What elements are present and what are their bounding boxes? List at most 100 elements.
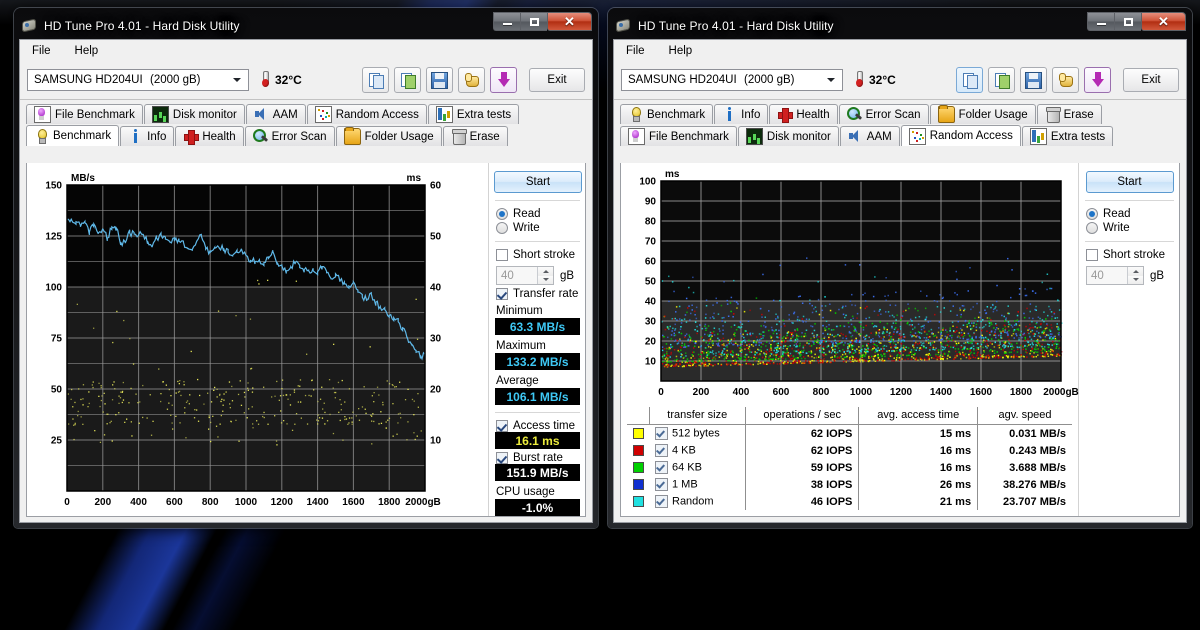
start-button[interactable]: Start: [1085, 171, 1174, 193]
maximize-button[interactable]: [1114, 12, 1141, 31]
benchmark-options-panel[interactable]: Start Read Write Short stroke 40 gB Tran…: [488, 163, 585, 516]
tab-bar[interactable]: Benchmark Info Health Error Scan Folder …: [614, 100, 1186, 146]
copy-button[interactable]: [362, 67, 389, 93]
close-button[interactable]: ✕: [1141, 12, 1186, 31]
tab-erase[interactable]: Erase: [442, 126, 508, 146]
tab-folder-usage[interactable]: Folder Usage: [335, 126, 442, 146]
tab-health[interactable]: Health: [175, 126, 244, 146]
short-stroke-stepper-row[interactable]: 40 gB: [496, 266, 581, 285]
minimize-button[interactable]: [1087, 12, 1114, 31]
save-button[interactable]: [426, 67, 453, 93]
write-radio[interactable]: Write: [1086, 222, 1175, 234]
window-controls[interactable]: ✕: [493, 12, 592, 31]
checkbox-icon[interactable]: [1086, 249, 1098, 261]
copy-button[interactable]: [956, 67, 983, 93]
tab-info[interactable]: Info: [120, 126, 175, 146]
stepper-buttons[interactable]: [537, 267, 553, 284]
checkbox-icon[interactable]: [496, 249, 508, 261]
menu-item-file[interactable]: File: [28, 44, 55, 58]
tab-extra-tests[interactable]: Extra tests: [1021, 126, 1114, 146]
minimize-button[interactable]: [493, 12, 520, 31]
tab-row-upper[interactable]: Benchmark Info Health Error Scan Folder …: [620, 103, 1180, 124]
tab-file-benchmark[interactable]: File Benchmark: [620, 126, 737, 146]
burst-rate-checkbox[interactable]: Burst rate: [496, 452, 581, 464]
read-radio[interactable]: Read: [496, 208, 581, 220]
window-benchmark[interactable]: HD Tune Pro 4.01 - Hard Disk Utility ✕ F…: [14, 8, 598, 528]
tab-benchmark[interactable]: Benchmark: [26, 125, 120, 146]
window-random-access[interactable]: HD Tune Pro 4.01 - Hard Disk Utility ✕ F…: [608, 8, 1192, 528]
options-button[interactable]: [1052, 67, 1079, 93]
toolbar[interactable]: SAMSUNG HD204UI (2000 gB) 32°C Exit: [20, 61, 592, 100]
tab-benchmark[interactable]: Benchmark: [620, 104, 714, 124]
tab-row-lower[interactable]: File Benchmark Disk monitor AAM Random A…: [620, 125, 1180, 146]
transfer-size-cell[interactable]: Random: [649, 493, 747, 510]
title-bar[interactable]: HD Tune Pro 4.01 - Hard Disk Utility ✕: [613, 12, 1187, 39]
stepper-up[interactable]: [1128, 267, 1143, 276]
close-button[interactable]: ✕: [547, 12, 592, 31]
save-button[interactable]: [1020, 67, 1047, 93]
stepper-down[interactable]: [538, 275, 553, 284]
tab-error-scan[interactable]: Error Scan: [838, 104, 929, 124]
exit-button[interactable]: Exit: [1123, 68, 1179, 92]
options-button[interactable]: [458, 67, 485, 93]
menu-item-help[interactable]: Help: [71, 44, 103, 58]
short-stroke-checkbox[interactable]: Short stroke: [1086, 249, 1175, 261]
tab-disk-monitor[interactable]: Disk monitor: [143, 104, 245, 124]
short-stroke-input[interactable]: 40: [496, 266, 554, 285]
radio-icon[interactable]: [496, 208, 508, 220]
tab-row-lower[interactable]: Benchmark Info Health Error Scan Folder …: [26, 125, 586, 146]
drive-select[interactable]: SAMSUNG HD204UI (2000 gB): [27, 69, 249, 91]
copy-green-button[interactable]: [988, 67, 1015, 93]
window-controls[interactable]: ✕: [1087, 12, 1186, 31]
tab-bar[interactable]: File Benchmark Disk monitor AAM Random A…: [20, 100, 592, 146]
transfer-size-cell[interactable]: 4 KB: [649, 442, 747, 459]
radio-icon[interactable]: [1086, 208, 1098, 220]
stepper-buttons[interactable]: [1127, 267, 1143, 284]
row-checkbox[interactable]: [655, 461, 668, 474]
short-stroke-input[interactable]: 40: [1086, 266, 1144, 285]
tab-file-benchmark[interactable]: File Benchmark: [26, 104, 143, 124]
tab-folder-usage[interactable]: Folder Usage: [929, 104, 1036, 124]
read-radio[interactable]: Read: [1086, 208, 1175, 220]
checkbox-icon[interactable]: [496, 452, 508, 464]
transfer-size-cell[interactable]: 1 MB: [649, 476, 747, 493]
tab-extra-tests[interactable]: Extra tests: [427, 104, 520, 124]
row-checkbox[interactable]: [655, 427, 668, 440]
write-radio[interactable]: Write: [496, 222, 581, 234]
tab-info[interactable]: Info: [714, 104, 769, 124]
chevron-down-icon[interactable]: [229, 71, 245, 89]
menu-item-file[interactable]: File: [622, 44, 649, 58]
row-checkbox[interactable]: [655, 444, 668, 457]
stepper-up[interactable]: [538, 267, 553, 276]
stepper-down[interactable]: [1128, 275, 1143, 284]
tab-health[interactable]: Health: [769, 104, 838, 124]
checkbox-icon[interactable]: [496, 288, 508, 300]
tab-error-scan[interactable]: Error Scan: [244, 126, 335, 146]
drive-select[interactable]: SAMSUNG HD204UI (2000 gB): [621, 69, 843, 91]
radio-icon[interactable]: [496, 222, 508, 234]
maximize-button[interactable]: [520, 12, 547, 31]
checkbox-icon[interactable]: [496, 420, 508, 432]
tab-disk-monitor[interactable]: Disk monitor: [737, 126, 839, 146]
download-button[interactable]: [1084, 67, 1111, 93]
access-time-checkbox[interactable]: Access time: [496, 420, 581, 432]
title-bar[interactable]: HD Tune Pro 4.01 - Hard Disk Utility ✕: [19, 12, 593, 39]
random-access-options-panel[interactable]: Start Read Write Short stroke 40 gB: [1078, 163, 1179, 516]
row-checkbox[interactable]: [655, 495, 668, 508]
start-button[interactable]: Start: [494, 171, 582, 193]
transfer-size-cell[interactable]: 64 KB: [649, 459, 747, 476]
download-button[interactable]: [490, 67, 517, 93]
tab-random-access[interactable]: Random Access: [900, 125, 1021, 146]
exit-button[interactable]: Exit: [529, 68, 585, 92]
row-checkbox[interactable]: [655, 478, 668, 491]
tab-row-upper[interactable]: File Benchmark Disk monitor AAM Random A…: [26, 103, 586, 124]
menu-bar[interactable]: File Help: [614, 40, 1186, 61]
tab-aam[interactable]: AAM: [245, 104, 306, 124]
menu-bar[interactable]: File Help: [20, 40, 592, 61]
chevron-down-icon[interactable]: [823, 71, 839, 89]
tab-random-access[interactable]: Random Access: [306, 104, 427, 124]
copy-green-button[interactable]: [394, 67, 421, 93]
toolbar[interactable]: SAMSUNG HD204UI (2000 gB) 32°C Exit: [614, 61, 1186, 100]
radio-icon[interactable]: [1086, 222, 1098, 234]
short-stroke-checkbox[interactable]: Short stroke: [496, 249, 581, 261]
